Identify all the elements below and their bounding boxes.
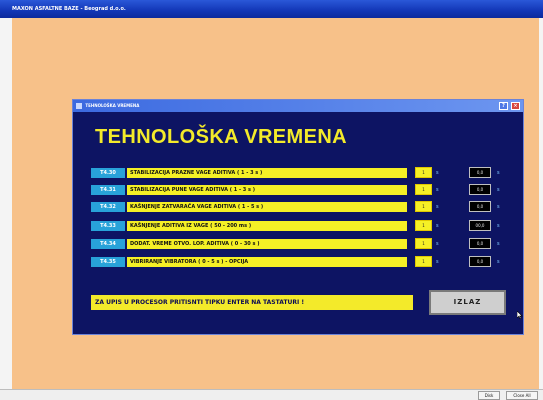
parameter-input[interactable]: 1 <box>415 238 432 249</box>
readout-unit: s <box>497 241 500 247</box>
parameter-unit: s <box>436 170 439 176</box>
parameter-code: T4.30 <box>91 168 125 178</box>
readout-unit: s <box>497 223 500 229</box>
readout-unit: s <box>497 170 500 176</box>
enter-key-notice: ZA UPIS U PROCESOR PRITISNTI TIPKU ENTER… <box>91 295 413 310</box>
readout-unit: s <box>497 187 500 193</box>
window-icon <box>76 103 82 109</box>
app-titlebar: MAXON ASFALTNE BAZE - Beograd d.o.o. <box>0 0 543 18</box>
app-title: MAXON ASFALTNE BAZE - Beograd d.o.o. <box>12 6 126 12</box>
exit-button[interactable]: IZLAZ <box>429 290 506 315</box>
parameter-row: T4.33 KAŠNJENJE ADITIVA IZ VAGE ( 50 - 2… <box>91 220 521 232</box>
parameter-label: KAŠNJENJE ZATVARAČA VAGE ADITIVA ( 1 - 5… <box>127 202 407 212</box>
parameter-code: T4.32 <box>91 202 125 212</box>
parameter-label: KAŠNJENJE ADITIVA IZ VAGE ( 50 - 200 ms … <box>127 221 407 231</box>
readout-unit: s <box>497 204 500 210</box>
parameter-unit: s <box>436 259 439 265</box>
parameter-input[interactable]: 1 <box>415 220 432 231</box>
parameter-readout: 0,0 <box>469 238 491 249</box>
parameter-row: T4.32 KAŠNJENJE ZATVARAČA VAGE ADITIVA (… <box>91 201 521 213</box>
parameter-label: VIBRIRANJE VIBRATORA ( 0 - 5 s ) - OPCIJ… <box>127 257 407 267</box>
taskbar: Disk Close All <box>0 389 543 400</box>
parameter-readout: 0,0 <box>469 167 491 178</box>
parameter-input[interactable]: 1 <box>415 184 432 195</box>
help-icon[interactable]: ? <box>499 102 508 110</box>
parameter-row: T4.30 STABILIZACIJA PRAZNE VAGE ADITIVA … <box>91 167 521 179</box>
parameter-label: STABILIZACIJA PRAZNE VAGE ADITIVA ( 1 - … <box>127 168 407 178</box>
parameter-readout: 0,0 <box>469 184 491 195</box>
parameter-input[interactable]: 1 <box>415 201 432 212</box>
parameter-code: T4.33 <box>91 221 125 231</box>
parameter-unit: s <box>436 241 439 247</box>
parameter-unit: s <box>436 204 439 210</box>
mouse-cursor-icon <box>517 311 523 319</box>
parameter-unit: s <box>436 223 439 229</box>
parameter-row: T4.34 DODAT. VREME OTVO. LOP. ADITIVA ( … <box>91 238 521 250</box>
parameter-code: T4.34 <box>91 239 125 249</box>
parameter-readout: 0,0 <box>469 256 491 267</box>
dialog-title: TEHNOLOŠKA VREMENA <box>85 103 140 108</box>
parameter-row: T4.35 VIBRIRANJE VIBRATORA ( 0 - 5 s ) -… <box>91 256 521 268</box>
parameter-row: T4.31 STABILIZACIJA PUNE VAGE ADITIVA ( … <box>91 184 521 196</box>
workspace: TEHNOLOŠKA VREMENA ? × TEHNOLOŠKA VREMEN… <box>12 18 539 389</box>
parameter-input[interactable]: 1 <box>415 167 432 178</box>
parameter-label: DODAT. VREME OTVO. LOP. ADITIVA ( 0 - 30… <box>127 239 407 249</box>
page-title: TEHNOLOŠKA VREMENA <box>95 126 348 148</box>
parameter-code: T4.35 <box>91 257 125 267</box>
technological-times-dialog: TEHNOLOŠKA VREMENA ? × TEHNOLOŠKA VREMEN… <box>72 99 524 335</box>
parameter-label: STABILIZACIJA PUNE VAGE ADITIVA ( 1 - 3 … <box>127 185 407 195</box>
parameter-readout: 0,0 <box>469 201 491 212</box>
parameter-code: T4.31 <box>91 185 125 195</box>
readout-unit: s <box>497 259 500 265</box>
dialog-titlebar[interactable]: TEHNOLOŠKA VREMENA ? × <box>73 100 523 112</box>
close-icon[interactable]: × <box>511 102 520 110</box>
parameter-unit: s <box>436 187 439 193</box>
parameter-input[interactable]: 1 <box>415 256 432 267</box>
parameter-readout: 00,0 <box>469 220 491 231</box>
